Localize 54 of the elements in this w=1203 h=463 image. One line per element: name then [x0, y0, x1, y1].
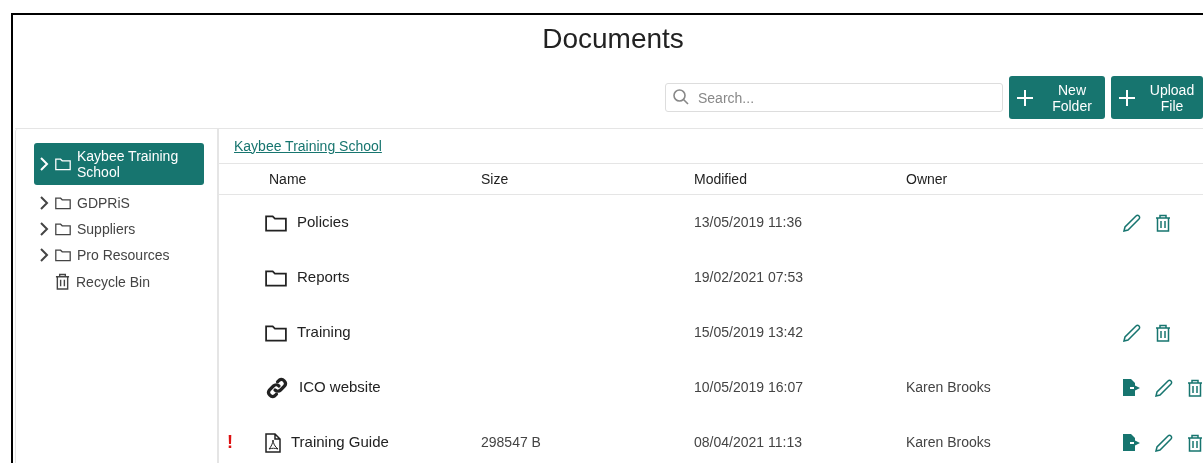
edit-icon[interactable]	[1155, 378, 1173, 397]
edit-icon[interactable]	[1123, 213, 1141, 232]
table-cell: 19/02/2021 07:53	[694, 269, 803, 285]
plus-icon	[1119, 89, 1135, 106]
tree-item[interactable]: Pro Resources	[34, 247, 204, 263]
table-cell: 13/05/2019 11:36	[694, 214, 802, 230]
export-icon[interactable]	[1123, 379, 1141, 396]
folder-icon	[265, 268, 287, 287]
folder-icon	[265, 213, 287, 232]
delete-icon[interactable]	[1187, 433, 1203, 452]
column-header: Size	[481, 169, 510, 189]
delete-icon[interactable]	[1187, 378, 1203, 397]
chevron-icon[interactable]	[39, 196, 49, 210]
file-name[interactable]: Reports	[297, 266, 350, 289]
delete-icon[interactable]	[1155, 323, 1171, 342]
folder-icon	[55, 157, 71, 171]
upload-file-button[interactable]: Upload File	[1111, 76, 1203, 119]
folder-icon	[55, 196, 71, 210]
trash-icon	[55, 273, 70, 290]
new-folder-button[interactable]: New Folder	[1009, 76, 1105, 119]
table-cell: 10/05/2019 16:07	[694, 379, 803, 395]
edit-icon[interactable]	[1123, 323, 1141, 342]
table-cell: Karen Brooks	[906, 434, 991, 450]
tree-item[interactable]: Recycle Bin	[34, 273, 204, 290]
table-cell: 15/05/2019 13:42	[694, 324, 803, 340]
table-cell: 298547 B	[481, 434, 541, 450]
column-header: Modified	[694, 169, 748, 189]
column-header: Owner	[906, 169, 948, 189]
warning-mark: !	[227, 431, 233, 454]
chevron-icon[interactable]	[39, 222, 49, 236]
chevron-icon[interactable]	[39, 248, 49, 262]
file-name[interactable]: Training Guide	[291, 431, 389, 454]
file-name[interactable]: Training	[297, 321, 351, 344]
breadcrumb-link[interactable]: Kaybee Training School	[234, 135, 382, 157]
tree-item[interactable]: Kaybee Training School	[34, 143, 204, 185]
folder-icon	[265, 323, 287, 342]
search-field[interactable]: Search...	[665, 83, 1003, 112]
export-icon[interactable]	[1123, 434, 1141, 451]
delete-icon[interactable]	[1155, 213, 1171, 232]
link-icon	[265, 375, 289, 400]
file-name[interactable]: ICO website	[299, 376, 381, 399]
tree-item[interactable]: GDPRiS	[34, 195, 204, 211]
search-icon	[673, 89, 689, 105]
tree-item[interactable]: Suppliers	[34, 221, 204, 237]
column-header: Name	[269, 169, 308, 189]
page-title: Documents	[542, 22, 684, 56]
folder-icon	[55, 248, 71, 262]
edit-icon[interactable]	[1155, 433, 1173, 452]
plus-icon	[1017, 89, 1033, 106]
table-cell: Karen Brooks	[906, 379, 991, 395]
table-cell: 08/04/2021 11:13	[694, 434, 802, 450]
file-name[interactable]: Policies	[297, 211, 349, 234]
folder-icon	[55, 222, 71, 236]
pdf-file-icon	[265, 432, 281, 453]
